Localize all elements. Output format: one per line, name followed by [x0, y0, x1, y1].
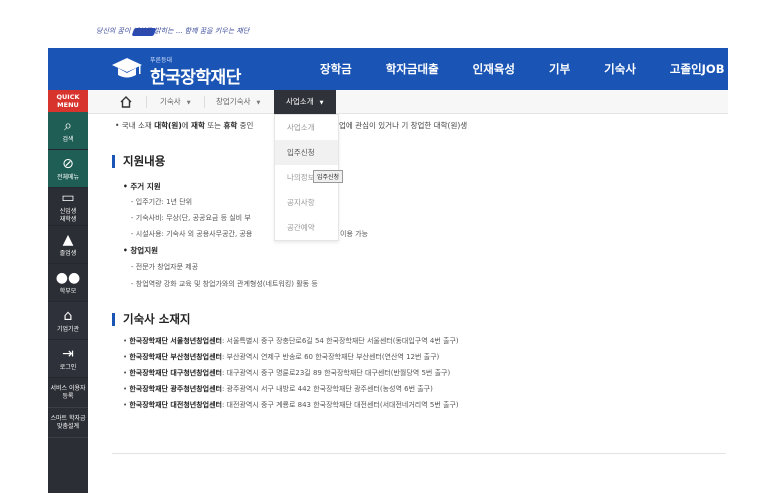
- quick-login-label: 로그인: [59, 363, 77, 371]
- eligibility-text: • 국내 소재 대학(원)에 재학 또는 휴학 중인: [115, 120, 253, 131]
- eligibility-connector: 중인: [237, 121, 254, 130]
- center-name: 한국장학재단 부산청년창업센터: [129, 353, 222, 361]
- main-navigation: 장학금 학자금대출 인재육성 기부 기숙사 고졸인JOB: [303, 48, 741, 90]
- nav-student-loan[interactable]: 학자금대출: [369, 48, 456, 90]
- center-name: 한국장학재단 대구청년창업센터: [129, 369, 222, 377]
- building-icon: ⌂: [63, 307, 73, 324]
- chevron-down-icon: ▼: [319, 100, 324, 106]
- center-address: : 대전광역시 중구 계룡로 843 한국장학재단 대전센터(서대전네거리역 5…: [221, 401, 459, 409]
- chevron-down-icon: ▼: [186, 100, 191, 106]
- housing-support-heading: • 주거 지원: [123, 182, 161, 191]
- center-row-seoul: • 한국장학재단 서울청년창업센터: 서울특별시 중구 장충단로6길 54 한국…: [123, 337, 459, 345]
- housing-line-period: - 입주기간: 1년 단위: [131, 198, 193, 206]
- nav-dormitory[interactable]: 기숙사: [587, 48, 653, 90]
- breadcrumb: 기숙사 ▼ 창업기숙사 ▼ 사업소개 ▼: [88, 90, 728, 114]
- startup-support-heading: • 창업지원: [123, 246, 159, 255]
- center-address: : 대구광역시 중구 명륜로23길 89 한국장학재단 대구센터(반월당역 5번…: [221, 369, 451, 377]
- quick-parents-button[interactable]: ●● 학부모: [48, 264, 88, 302]
- nav-donation[interactable]: 기부: [532, 48, 587, 90]
- center-address: : 서울특별시 중구 장충단로6길 54 한국장학재단 서울센터(동대입구역 4…: [221, 337, 459, 345]
- quick-students-button[interactable]: ▭ 신입생 재학생: [48, 188, 88, 226]
- slogan-text: 당신의 꿈이 세상을 밝히는 ... 함께 꿈을 키우는 재단: [96, 27, 250, 35]
- breadcrumb-startup-dormitory-label: 창업기숙사: [216, 97, 251, 106]
- dropdown-item-move-in-application[interactable]: 입주신청: [275, 140, 338, 165]
- quick-institutions-label: 기업기관: [56, 325, 80, 333]
- breadcrumb-business-intro[interactable]: 사업소개 ▼: [274, 90, 336, 114]
- quick-parents-label: 학부모: [59, 287, 77, 295]
- housing-line-facility: - 시설사용: 기숙사 외 공용사무공간, 공용: [131, 230, 253, 238]
- quick-institutions-button[interactable]: ⌂ 기업기관: [48, 302, 88, 340]
- quick-graduates-label: 졸업생: [59, 249, 77, 257]
- quick-search-label: 검색: [62, 135, 74, 143]
- graduation-cap-icon: ▲: [62, 231, 74, 248]
- quick-graduates-button[interactable]: ▲ 졸업생: [48, 226, 88, 264]
- center-row-busan: • 한국장학재단 부산청년창업센터: 부산광역시 연제구 반송로 60 한국장학…: [123, 353, 440, 361]
- breadcrumb-business-intro-label: 사업소개: [286, 97, 314, 106]
- quick-menu: QUICK MENU ⌕ 검색 ⊘ 전체메뉴 ▭ 신입생 재학생 ▲ 졸업생 ●● …: [48, 90, 88, 493]
- breadcrumb-divider: [146, 96, 147, 108]
- eligibility-prefix: • 국내 소재: [115, 121, 155, 130]
- center-address: : 광주광역시 서구 내방로 442 한국장학재단 광주센터(농성역 6번 출구…: [221, 385, 433, 393]
- dropdown-item-space-reservation[interactable]: 공간예약: [275, 215, 338, 240]
- eligibility-tail: 업에 관심이 있거나 기 창업한 대학(원)생: [339, 121, 468, 130]
- quick-all-menu-button[interactable]: ⊘ 전체메뉴: [48, 150, 88, 188]
- eligibility-university: 대학(원): [154, 121, 182, 130]
- housing-line-fee: - 기숙사비: 무상(단, 공공요금 등 실비 부: [131, 214, 251, 222]
- chevron-down-icon: ▼: [256, 100, 261, 106]
- graduation-cap-logo-icon: [112, 58, 142, 78]
- eligibility-enrolled: 재학: [191, 121, 205, 130]
- center-name: 한국장학재단 광주청년창업센터: [129, 385, 222, 393]
- startup-line-consulting: - 전문가 창업자문 제공: [131, 263, 199, 271]
- login-icon: ⇥: [62, 345, 74, 362]
- quick-service-register-label: 서비스 이용자 등록: [50, 384, 86, 400]
- housing-line-facility-tail: 이용 가능: [340, 230, 368, 238]
- center-name: 한국장학재단 대전청년창업센터: [129, 401, 222, 409]
- quick-service-register-button[interactable]: 서비스 이용자 등록: [48, 378, 88, 408]
- book-icon: ▭: [61, 189, 75, 206]
- nav-highschool-job[interactable]: 고졸인JOB: [653, 48, 742, 90]
- quick-smart-plan-button[interactable]: 스마트 학자금 맞춤설계: [48, 408, 88, 438]
- breadcrumb-startup-dormitory[interactable]: 창업기숙사 ▼: [216, 90, 260, 114]
- quick-login-button[interactable]: ⇥ 로그인: [48, 340, 88, 378]
- dropdown-item-business-intro[interactable]: 사업소개: [275, 115, 338, 140]
- hover-tooltip: 입주신청: [313, 170, 344, 183]
- content-bottom-divider: [112, 453, 726, 454]
- quick-search-button[interactable]: ⌕ 검색: [48, 112, 88, 150]
- breadcrumb-dormitory-label: 기숙사: [160, 97, 181, 106]
- quick-menu-header: QUICK MENU: [48, 90, 88, 112]
- center-name: 한국장학재단 서울청년창업센터: [129, 337, 222, 345]
- dropdown-item-notices[interactable]: 공지사항: [275, 190, 338, 215]
- breadcrumb-dormitory[interactable]: 기숙사 ▼: [160, 90, 191, 114]
- search-icon: ⌕: [64, 117, 72, 134]
- quick-smart-plan-label: 스마트 학자금 맞춤설계: [50, 414, 86, 430]
- center-row-daegu: • 한국장학재단 대구청년창업센터: 대구광역시 중구 명륜로23길 89 한국…: [123, 369, 451, 377]
- compass-icon: ⊘: [62, 155, 74, 172]
- center-row-gwangju: • 한국장학재단 광주청년창업센터: 광주광역시 서구 내방로 442 한국장학…: [123, 385, 433, 393]
- global-header: 푸른등대 한국장학재단 장학금 학자금대출 인재육성 기부 기숙사 고졸인JOB: [48, 48, 728, 90]
- nav-talent-development[interactable]: 인재육성: [456, 48, 532, 90]
- startup-line-education: - 창업역량 강화 교육 및 창업가와의 관계형성(네트워킹) 활동 등: [131, 280, 318, 288]
- quick-all-menu-label: 전체메뉴: [56, 173, 80, 181]
- eligibility-connector: 에: [181, 121, 192, 130]
- eligibility-connector: 또는: [204, 121, 224, 130]
- people-icon: ●●: [55, 269, 81, 286]
- center-row-daejeon: • 한국장학재단 대전청년창업센터: 대전광역시 중구 계룡로 843 한국장학…: [123, 401, 459, 409]
- nav-scholarship[interactable]: 장학금: [303, 48, 369, 90]
- quick-students-label: 신입생 재학생: [59, 207, 77, 223]
- section-title-location: 기숙사 소재지: [112, 313, 190, 326]
- section-title-support: 지원내용: [112, 155, 165, 168]
- breadcrumb-divider: [204, 96, 205, 108]
- home-icon[interactable]: [118, 94, 134, 110]
- logo-name: 한국장학재단: [150, 68, 241, 88]
- eligibility-leave: 휴학: [223, 121, 238, 130]
- slogan-strip: 당신의 꿈이 세상을 밝히는 ... 함께 꿈을 키우는 재단: [0, 0, 773, 48]
- center-address: : 부산광역시 연제구 반송로 60 한국장학재단 부산센터(연산역 12번 출…: [221, 353, 440, 361]
